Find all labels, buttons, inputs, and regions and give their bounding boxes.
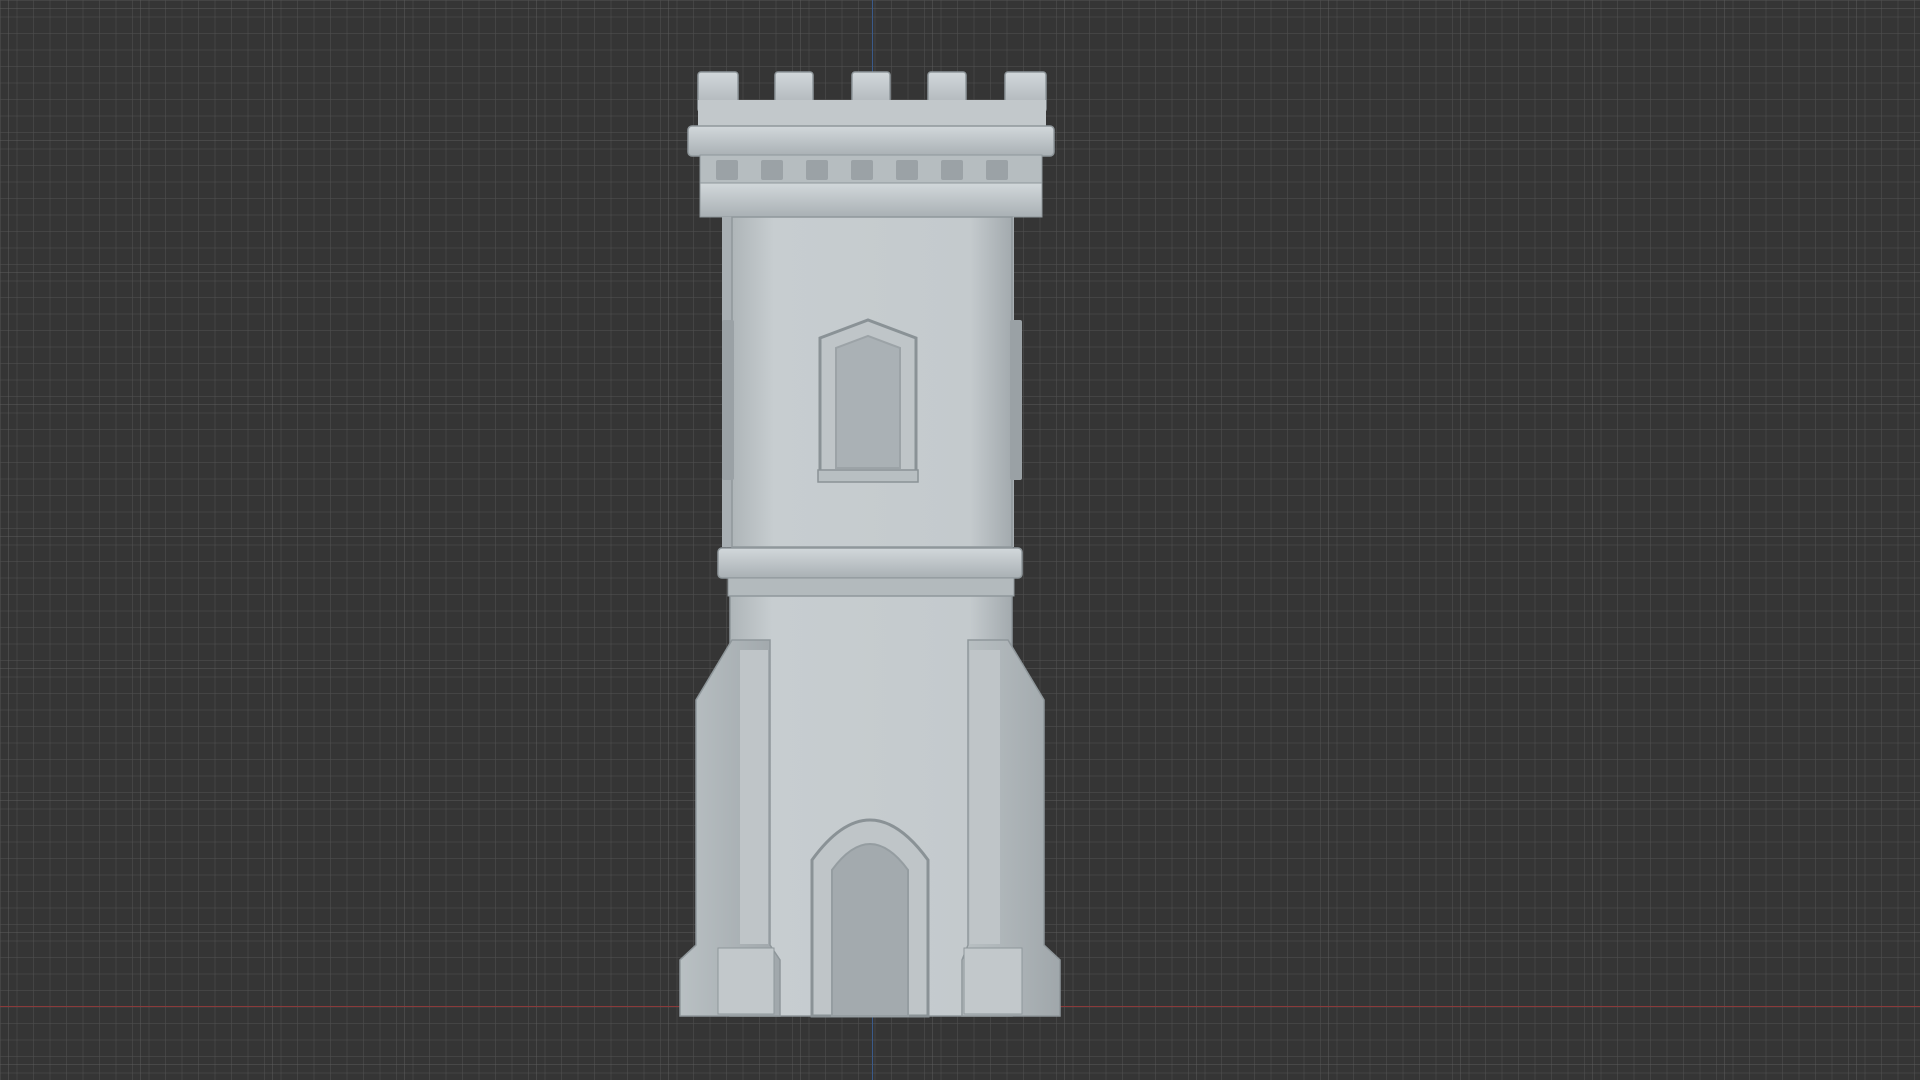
tower-window [817, 318, 919, 483]
battlement [687, 71, 1055, 218]
3d-viewport[interactable] [0, 0, 1920, 1080]
tower-string-course [717, 547, 1023, 597]
tower-door [810, 818, 930, 1018]
castle-tower-model[interactable] [0, 0, 1920, 1080]
